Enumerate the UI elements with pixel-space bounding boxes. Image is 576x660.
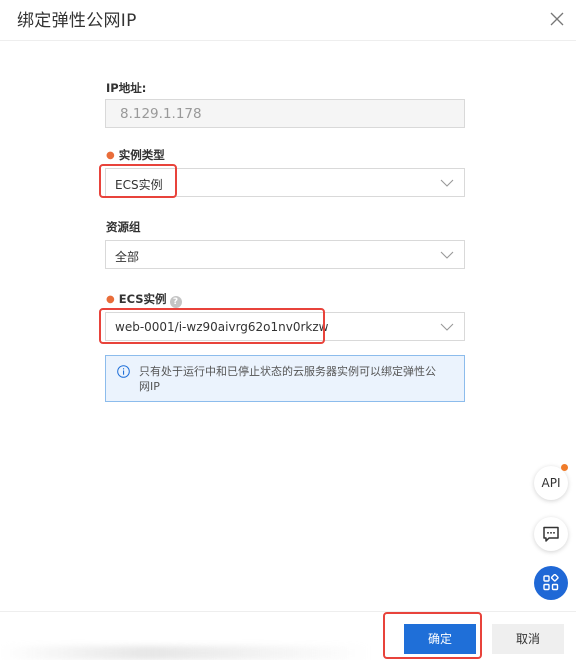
dialog-title: 绑定弹性公网IP <box>17 11 137 31</box>
cancel-button[interactable]: 取消 <box>492 624 564 654</box>
notification-dot <box>561 464 568 471</box>
api-label: API <box>541 476 561 490</box>
ecs-instance-label: ● ECS实例? <box>106 291 182 308</box>
highlight-box-ecs-instance <box>99 308 325 344</box>
chevron-down-icon <box>440 323 454 331</box>
resource-group-select[interactable]: 全部 <box>105 240 465 269</box>
instance-type-label: ● 实例类型 <box>106 147 165 163</box>
chevron-down-icon <box>440 179 454 187</box>
resource-group-value: 全部 <box>115 250 140 264</box>
dialog-footer <box>0 611 576 660</box>
ip-label: IP地址: <box>106 81 147 95</box>
required-dot-icon: ● <box>106 294 115 305</box>
ip-address-field: 8.129.1.178 <box>105 99 465 128</box>
dialog-header: 绑定弹性公网IP <box>0 0 576 41</box>
highlight-box-instance-type <box>99 164 177 198</box>
chat-icon <box>543 526 559 542</box>
footer-shadow <box>0 646 370 660</box>
api-button[interactable]: API <box>534 464 568 500</box>
apps-icon <box>543 574 559 591</box>
instance-type-label-text: 实例类型 <box>118 148 165 162</box>
info-notice: 只有处于运行中和已停止状态的云服务器实例可以绑定弹性公网IP <box>105 355 465 402</box>
chevron-down-icon <box>440 251 454 259</box>
apps-button[interactable] <box>534 566 568 600</box>
resource-group-label: 资源组 <box>106 220 141 234</box>
chat-button[interactable] <box>534 517 568 551</box>
help-icon[interactable]: ? <box>169 296 182 308</box>
info-icon <box>117 365 130 378</box>
info-notice-text: 只有处于运行中和已停止状态的云服务器实例可以绑定弹性公网IP <box>139 365 436 393</box>
required-dot-icon: ● <box>106 150 115 161</box>
ip-address-value: 8.129.1.178 <box>120 106 202 122</box>
ecs-instance-label-text: ECS实例 <box>118 292 167 306</box>
close-icon[interactable] <box>548 10 566 28</box>
highlight-box-confirm <box>383 612 482 659</box>
